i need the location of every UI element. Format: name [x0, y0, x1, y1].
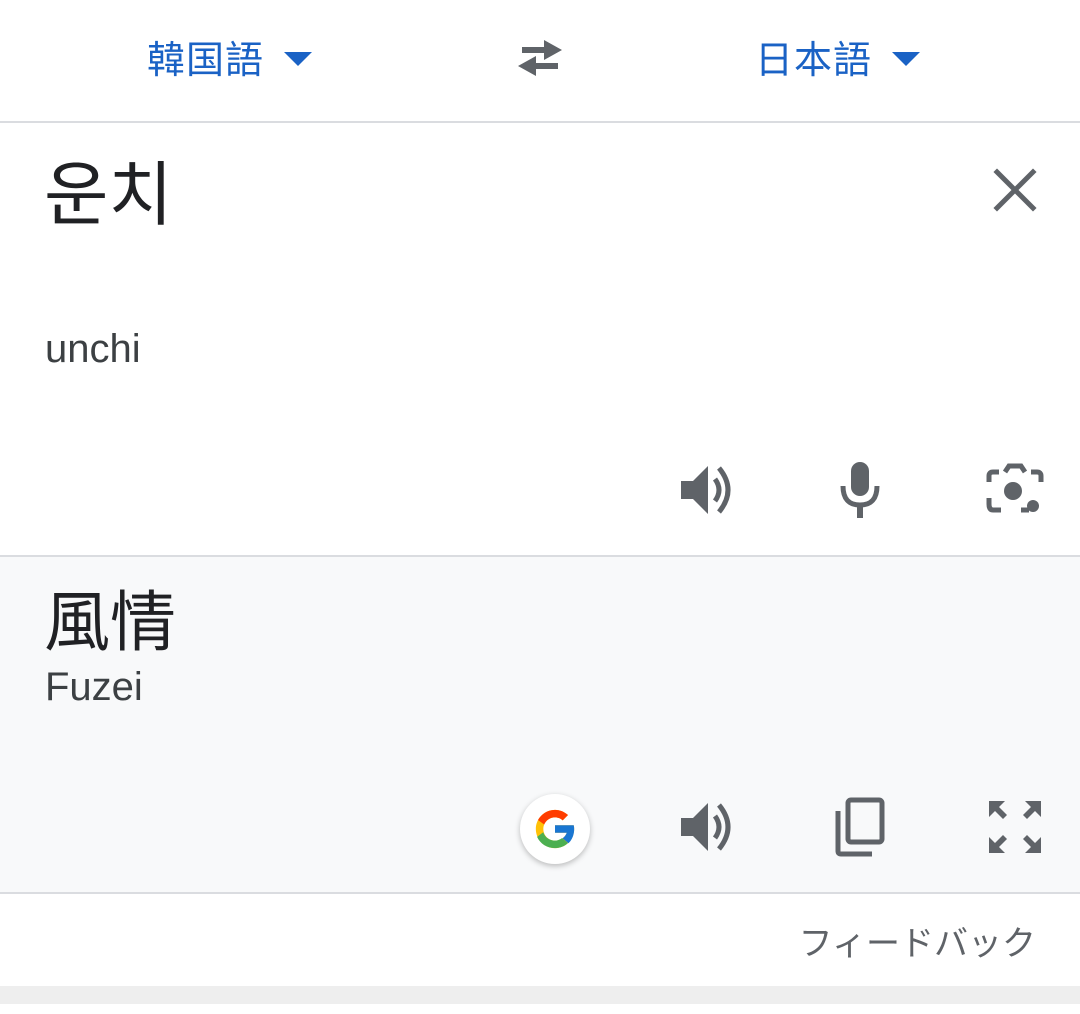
caret-down-icon: [892, 52, 921, 66]
caret-down-icon: [284, 52, 313, 66]
copy-translation-button[interactable]: [825, 792, 895, 862]
source-listen-button[interactable]: [672, 455, 742, 525]
source-language-selector[interactable]: 韓国語: [147, 28, 313, 84]
source-text[interactable]: 운치: [44, 153, 173, 237]
source-panel[interactable]: 운치 unchi: [0, 123, 1080, 557]
source-language-label: 韓国語: [147, 37, 265, 82]
result-transliteration: Fuzei: [45, 665, 143, 709]
source-transliteration: unchi: [45, 327, 141, 371]
clear-icon: [993, 168, 1037, 212]
bottom-band: [0, 986, 1080, 1004]
language-bar: 韓国語 日本語: [0, 0, 1080, 123]
feedback-link[interactable]: フィードバック: [799, 916, 1036, 965]
clear-button[interactable]: [985, 160, 1045, 220]
speaker-icon: [681, 803, 731, 851]
voice-input-button[interactable]: [825, 455, 895, 525]
target-language-selector[interactable]: 日本語: [755, 28, 921, 84]
swap-languages-button[interactable]: [508, 30, 572, 86]
google-logo-icon: [535, 809, 576, 849]
swap-arrows-icon: [518, 40, 562, 76]
fullscreen-icon: [989, 801, 1041, 853]
copy-icon: [835, 797, 885, 857]
translate-app: 韓国語 日本語 운치 unchi 風情 Fuzei フィードバック: [0, 0, 1080, 1014]
feedback-row: フィードバック: [0, 894, 1080, 982]
camera-button[interactable]: [980, 455, 1050, 525]
result-listen-button[interactable]: [672, 792, 742, 862]
speaker-icon: [681, 466, 731, 514]
google-lens-button[interactable]: [520, 794, 590, 864]
result-panel: 風情 Fuzei: [0, 557, 1080, 894]
result-text: 風情: [44, 584, 176, 661]
bottom-divider: [0, 982, 1080, 1014]
camera-icon: [986, 463, 1044, 513]
target-language-label: 日本語: [755, 37, 873, 82]
fullscreen-button[interactable]: [980, 792, 1050, 862]
microphone-icon: [840, 462, 880, 518]
